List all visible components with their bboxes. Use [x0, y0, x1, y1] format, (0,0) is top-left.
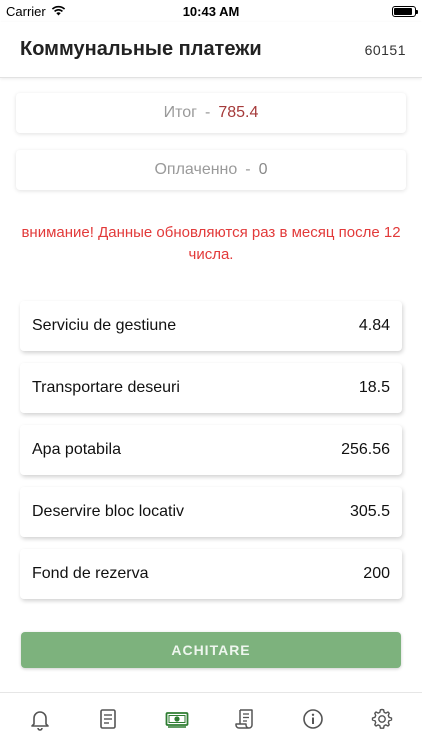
total-label: Итог: [163, 104, 197, 121]
list-item[interactable]: Deservire bloc locativ 305.5: [20, 487, 402, 537]
tab-receipts[interactable]: [225, 702, 265, 742]
status-bar: Carrier 10:43 AM: [0, 0, 422, 22]
tab-payments[interactable]: [157, 702, 197, 742]
item-value: 305.5: [349, 503, 390, 520]
tab-settings[interactable]: [362, 702, 402, 742]
list-item[interactable]: Apa potabila 256.56: [20, 425, 402, 475]
item-value: 200: [363, 565, 390, 582]
battery-icon: [392, 5, 418, 17]
item-label: Fond de rezerva: [32, 565, 149, 582]
update-notice: внимание! Данные обновляются раз в месяц…: [21, 224, 401, 263]
list-item[interactable]: Transportare deseuri 18.5: [20, 363, 402, 413]
total-value: 785.4: [218, 104, 259, 121]
item-label: Apa potabila: [32, 441, 121, 458]
item-value: 18.5: [358, 379, 390, 396]
total-separator: -: [205, 104, 211, 121]
tab-bar: [0, 692, 422, 750]
pay-button[interactable]: ACHITARE: [21, 632, 401, 668]
page-title: Коммунальные платежи: [20, 38, 262, 60]
money-icon: [165, 707, 189, 736]
list-item[interactable]: Fond de rezerva 200: [20, 549, 402, 599]
paid-value: 0: [258, 161, 268, 178]
item-value: 256.56: [341, 441, 390, 458]
tab-documents[interactable]: [88, 702, 128, 742]
wifi-icon: [51, 4, 66, 19]
header: Коммунальные платежи 60151: [0, 22, 422, 78]
item-label: Deservire bloc locativ: [32, 503, 185, 520]
item-label: Transportare deseuri: [32, 379, 180, 396]
paid-separator: -: [245, 161, 251, 178]
item-label: Serviciu de gestiune: [32, 317, 177, 334]
document-icon: [96, 707, 120, 736]
bell-icon: [28, 707, 52, 736]
paid-card: Оплаченно - 0: [16, 150, 406, 190]
receipt-icon: [233, 707, 257, 736]
item-value: 4.84: [358, 317, 390, 334]
tab-notifications[interactable]: [20, 702, 60, 742]
battery-fill: [394, 7, 412, 15]
gear-icon: [370, 707, 394, 736]
account-id: 60151: [364, 41, 406, 58]
total-card: Итог - 785.4: [16, 93, 406, 133]
status-left: Carrier: [6, 4, 66, 19]
list-item[interactable]: Serviciu de gestiune 4.84: [20, 301, 402, 351]
carrier-label: Carrier: [6, 3, 46, 19]
info-icon: [301, 707, 325, 736]
paid-label: Оплаченно: [154, 161, 238, 178]
tab-info[interactable]: [293, 702, 333, 742]
